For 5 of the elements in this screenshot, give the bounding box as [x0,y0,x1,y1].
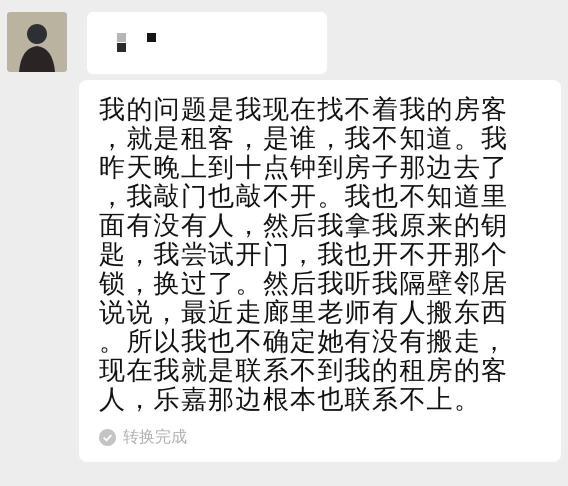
avatar[interactable] [7,12,67,72]
redacted-mark-icon [117,33,157,53]
check-circle-icon [99,429,116,446]
transcript-text: 我的问题是我现在找不着我的房客，就是租客，是谁，我不知道。我昨天晚上到十点钟到房子那边去了，我敲门也敲不开。我也不知道里面有没有人，然后我拿我原来的钥匙，我尝试开门，我也开不开那个锁，换过了。然后我听我隔壁邻居说说，最近走廊里老师有人搬东西。所以我也不确定她有没有搬走，现在我就是联系不到我的租房的客人，乐嘉那边根本也联系不上。 [99,96,510,415]
status-label: 转换完成 [123,427,187,448]
